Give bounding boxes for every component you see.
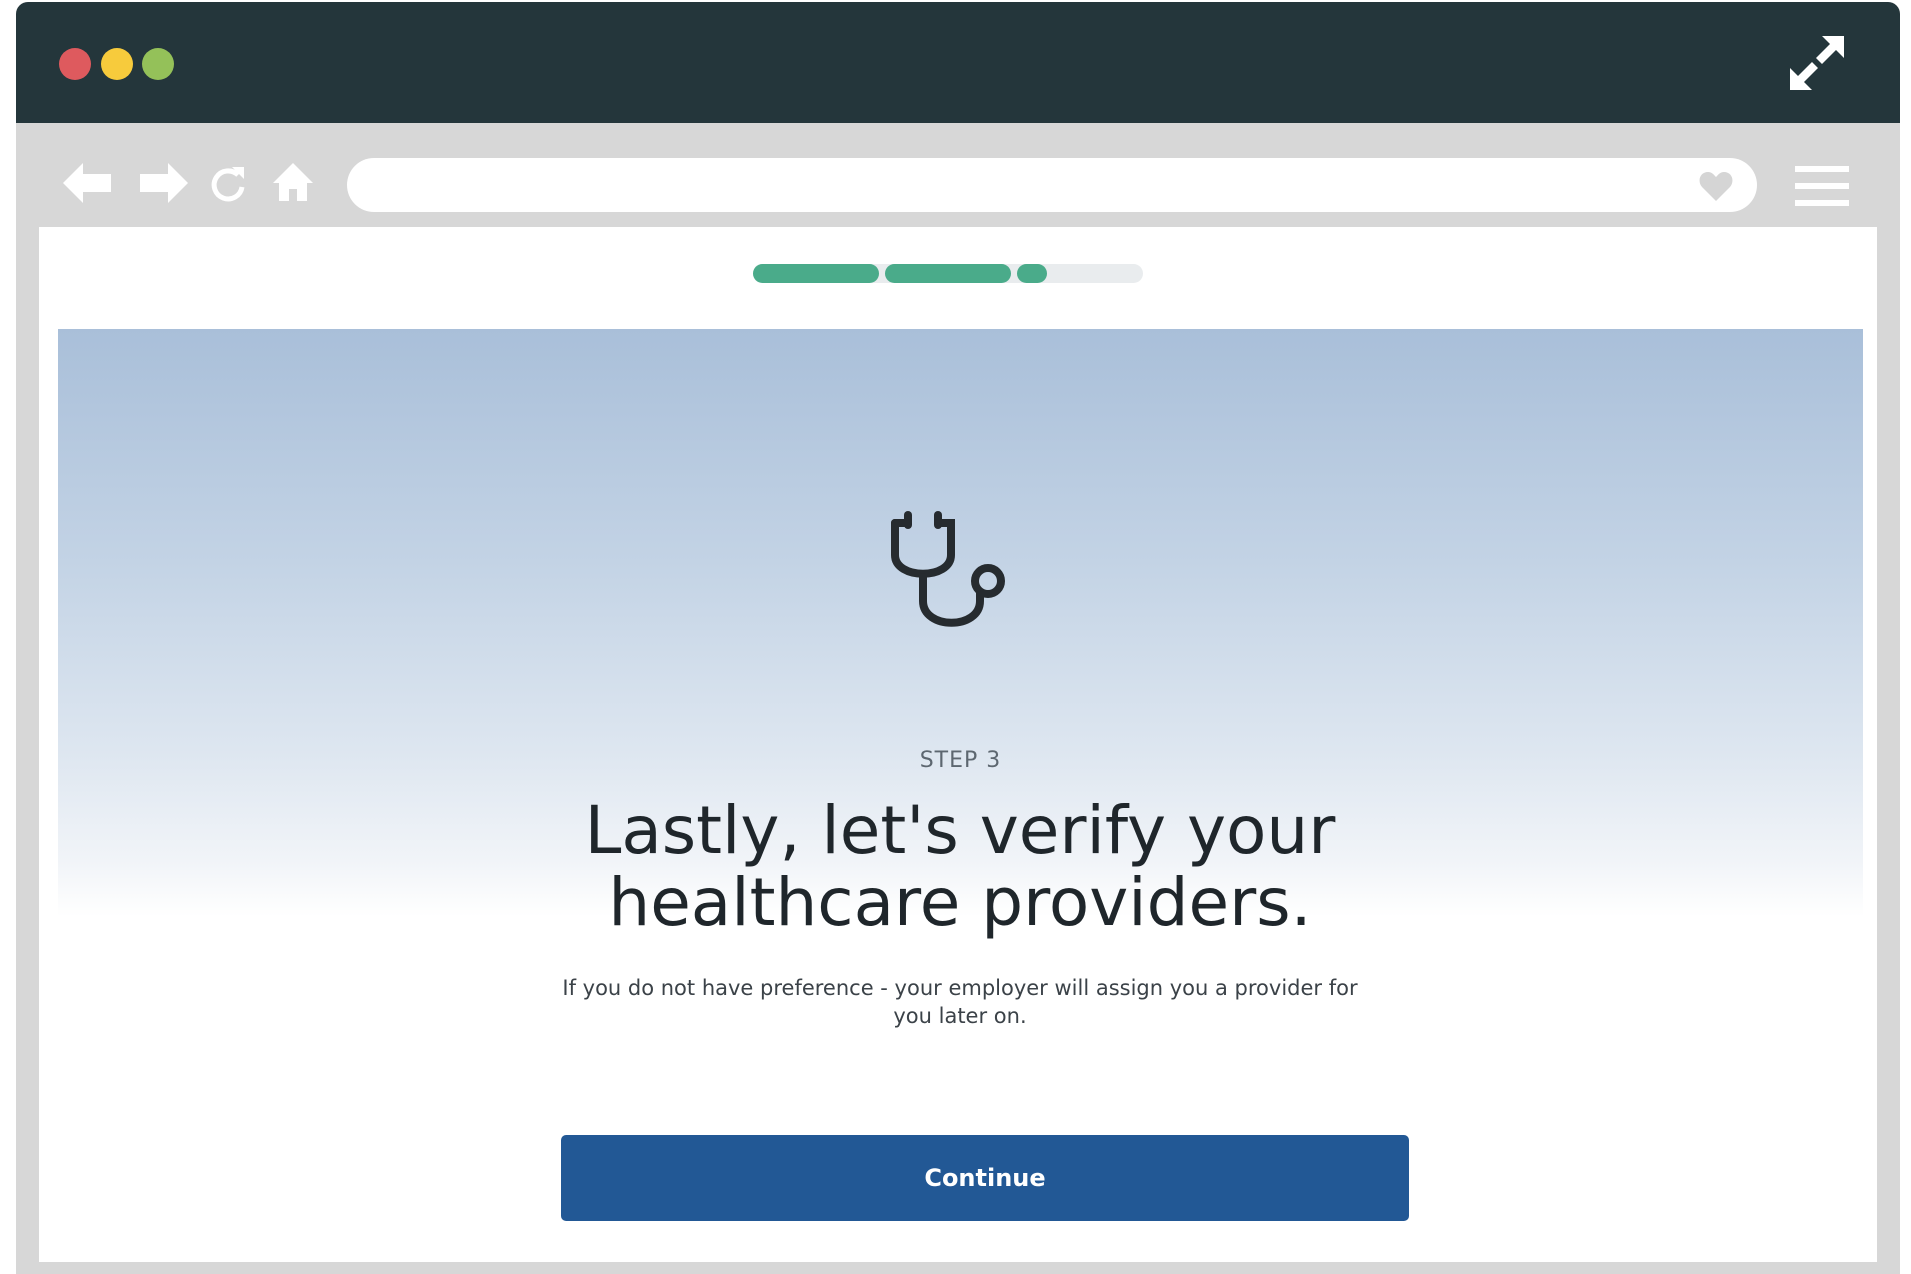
minimize-window-button[interactable] — [101, 48, 133, 80]
heart-icon[interactable] — [1699, 171, 1733, 201]
expand-icon[interactable] — [1788, 34, 1846, 92]
close-window-button[interactable] — [59, 48, 91, 80]
step-label: STEP 3 — [919, 748, 1002, 773]
maximize-window-button[interactable] — [142, 48, 174, 80]
page-viewport: STEP 3 Lastly, let's verify your healthc… — [39, 227, 1877, 1262]
progress-segment-step-1 — [753, 264, 879, 283]
stethoscope-icon — [891, 511, 1005, 627]
progress-bar — [753, 264, 1143, 283]
progress-segment-step-3 — [1017, 264, 1047, 283]
browser-toolbar — [16, 123, 1900, 227]
back-arrow-icon[interactable] — [63, 163, 111, 203]
hero-section: STEP 3 Lastly, let's verify your healthc… — [58, 329, 1863, 1262]
reload-icon[interactable] — [210, 163, 246, 203]
title-bar — [16, 2, 1900, 123]
forward-arrow-icon[interactable] — [140, 163, 188, 203]
page-subtext: If you do not have preference - your emp… — [562, 976, 1358, 1028]
home-icon[interactable] — [273, 163, 313, 201]
continue-button[interactable]: Continue — [561, 1135, 1409, 1221]
hamburger-menu-icon[interactable] — [1795, 166, 1849, 206]
page-headline: Lastly, let's verify your healthcare pro… — [584, 792, 1336, 941]
address-bar[interactable] — [347, 158, 1757, 212]
browser-window: STEP 3 Lastly, let's verify your healthc… — [16, 2, 1900, 1274]
progress-segment-step-2 — [885, 264, 1011, 283]
